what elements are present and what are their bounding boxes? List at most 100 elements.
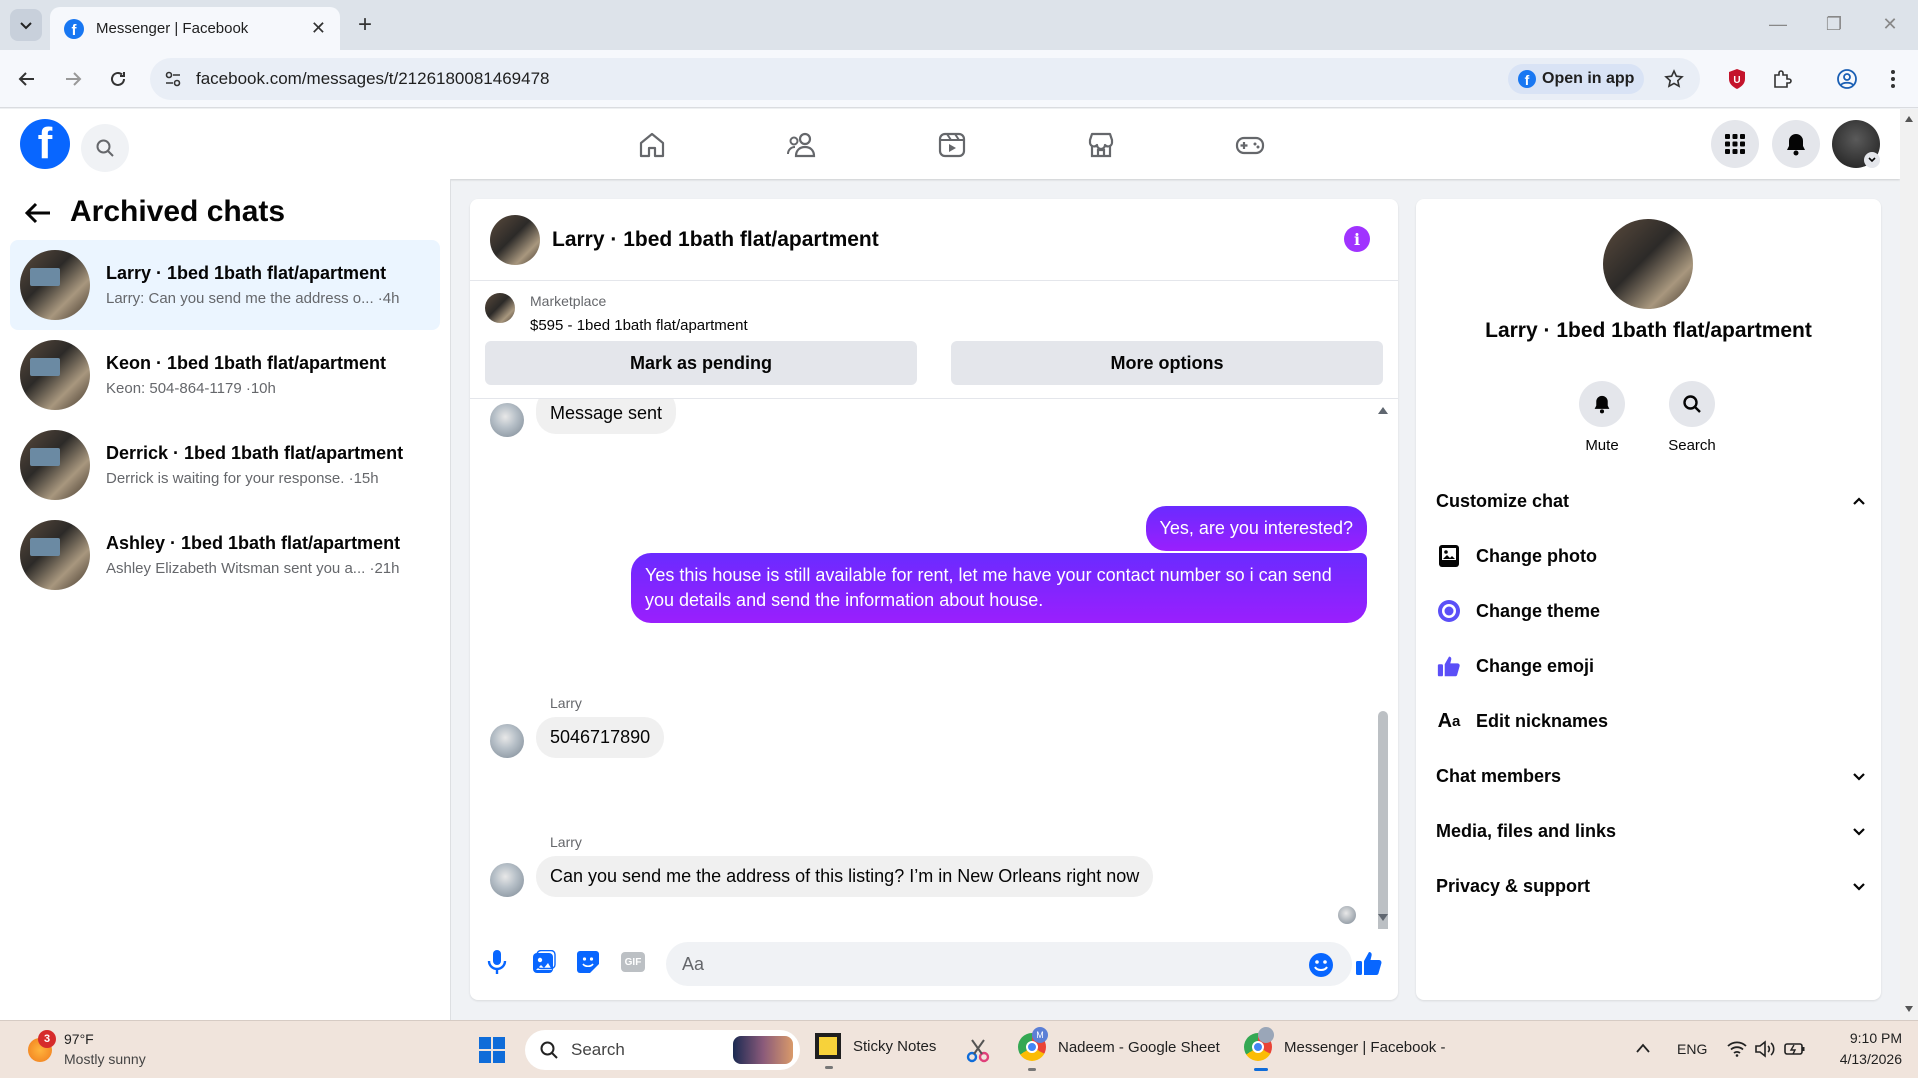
media-files-links-section[interactable]: Media, files and links bbox=[1436, 811, 1866, 851]
taskbar-app-sticky-notes[interactable]: Sticky Notes bbox=[815, 1033, 936, 1069]
more-options-button[interactable]: More options bbox=[951, 341, 1383, 385]
edit-nicknames-item[interactable]: Aa Edit nicknames bbox=[1436, 701, 1866, 741]
weather-widget[interactable]: 3 bbox=[24, 1030, 56, 1064]
running-indicator bbox=[1028, 1068, 1036, 1071]
marketplace-label: Marketplace bbox=[530, 293, 607, 309]
message-bubble[interactable]: Yes this house is still available for re… bbox=[631, 553, 1367, 623]
message-bubble[interactable]: Message sent bbox=[536, 399, 677, 434]
chat-members-label: Chat members bbox=[1436, 765, 1562, 786]
mute-label: Mute bbox=[1585, 437, 1619, 454]
mute-button[interactable]: Mute bbox=[1562, 381, 1642, 454]
bookmark-star-button[interactable] bbox=[1659, 64, 1689, 94]
scroll-up-icon[interactable] bbox=[1377, 405, 1389, 415]
snipping-tool-icon[interactable] bbox=[964, 1037, 992, 1065]
change-photo-item[interactable]: Change photo bbox=[1436, 536, 1866, 576]
chat-header[interactable]: Larry · 1bed 1bath flat/apartment bbox=[470, 199, 1398, 281]
nav-video[interactable] bbox=[932, 125, 972, 165]
message-scrollbar[interactable] bbox=[1378, 711, 1388, 929]
scroll-up-icon[interactable] bbox=[1904, 115, 1914, 123]
address-bar[interactable]: facebook.com/messages/t/2126180081469478 bbox=[150, 58, 1700, 100]
message-bubble[interactable]: Yes, are you interested? bbox=[1145, 506, 1367, 551]
profile-avatar[interactable] bbox=[1832, 120, 1880, 168]
facebook-header: f bbox=[0, 109, 1900, 179]
input-language[interactable]: ENG bbox=[1677, 1041, 1707, 1057]
scroll-down-icon[interactable] bbox=[1377, 913, 1389, 923]
mark-as-pending-button[interactable]: Mark as pending bbox=[485, 341, 917, 385]
message-bubble[interactable]: Can you send me the address of this list… bbox=[536, 856, 1154, 897]
nav-home[interactable] bbox=[632, 125, 672, 165]
site-info-icon[interactable] bbox=[164, 70, 182, 88]
browser-tab-active[interactable]: f Messenger | Facebook ✕ bbox=[50, 7, 340, 50]
search-in-chat-button[interactable]: Search bbox=[1652, 381, 1732, 454]
chat-item-larry[interactable]: Larry · 1bed 1bath flat/apartment Larry:… bbox=[10, 240, 440, 330]
marketplace-listing-bar: Marketplace $595 - 1bed 1bath flat/apart… bbox=[470, 281, 1398, 399]
ublock-extension-button[interactable]: U bbox=[1722, 64, 1752, 94]
taskbar-search[interactable]: Search bbox=[525, 1030, 800, 1070]
chat-title[interactable]: Larry · 1bed 1bath flat/apartment bbox=[552, 228, 879, 252]
restore-icon[interactable]: ❐ bbox=[1814, 10, 1854, 38]
forward-button[interactable] bbox=[58, 64, 88, 94]
listing-thumbnail[interactable] bbox=[485, 293, 515, 323]
nav-gaming[interactable] bbox=[1230, 125, 1270, 165]
search-label: Search bbox=[1668, 437, 1716, 454]
sticker-icon[interactable] bbox=[576, 950, 600, 974]
minimize-icon[interactable]: — bbox=[1758, 10, 1798, 38]
back-button[interactable] bbox=[12, 64, 42, 94]
clock-date[interactable]: 4/13/2026 bbox=[1816, 1051, 1902, 1067]
thumbs-up-icon[interactable] bbox=[1355, 949, 1383, 977]
nav-friends[interactable] bbox=[782, 125, 822, 165]
close-tab-icon[interactable]: ✕ bbox=[311, 18, 326, 39]
browser-menu-button[interactable] bbox=[1878, 64, 1908, 94]
archived-chats-title: Archived chats bbox=[70, 195, 286, 228]
info-icon[interactable]: i bbox=[1344, 226, 1370, 252]
reload-button[interactable] bbox=[103, 64, 133, 94]
avatar[interactable] bbox=[490, 214, 540, 265]
page-scrollbar[interactable] bbox=[1900, 109, 1918, 1020]
chat-item-ashley[interactable]: Ashley · 1bed 1bath flat/apartment Ashle… bbox=[10, 510, 440, 600]
photo-icon[interactable] bbox=[532, 950, 556, 974]
taskbar-search-label: Search bbox=[571, 1040, 625, 1059]
taskbar-app-google-sheets[interactable]: M Nadeem - Google Sheet bbox=[1018, 1027, 1220, 1071]
profile-button[interactable] bbox=[1832, 64, 1862, 94]
message-bubble[interactable]: 5046717890 bbox=[536, 717, 665, 758]
chevron-down-icon bbox=[1853, 883, 1865, 891]
open-in-app-label: Open in app bbox=[1542, 70, 1635, 87]
listing-title[interactable]: $595 - 1bed 1bath flat/apartment bbox=[530, 317, 748, 334]
change-theme-item[interactable]: Change theme bbox=[1436, 591, 1866, 631]
chat-item-keon[interactable]: Keon · 1bed 1bath flat/apartment Keon: 5… bbox=[10, 330, 440, 420]
back-arrow-icon[interactable] bbox=[24, 201, 52, 225]
scroll-down-icon[interactable] bbox=[1904, 1005, 1914, 1013]
chat-snippet: Derrick is waiting for your response. ·1… bbox=[106, 470, 379, 487]
battery-icon[interactable] bbox=[1784, 1041, 1806, 1057]
chevron-down-icon bbox=[1864, 152, 1880, 168]
chat-panel: Larry · 1bed 1bath flat/apartment i Mark… bbox=[470, 199, 1398, 1000]
wifi-icon[interactable] bbox=[1727, 1041, 1747, 1057]
privacy-support-section[interactable]: Privacy & support bbox=[1436, 866, 1866, 906]
message-list: Message sent Yes, are you interested? Ye… bbox=[470, 399, 1398, 929]
windows-start-icon[interactable] bbox=[478, 1036, 506, 1064]
clock-time[interactable]: 9:10 PM bbox=[1826, 1030, 1902, 1046]
gif-icon[interactable]: GIF bbox=[621, 952, 645, 972]
microphone-icon[interactable] bbox=[487, 949, 507, 975]
facebook-search-button[interactable] bbox=[81, 124, 129, 172]
avatar[interactable] bbox=[1603, 219, 1693, 309]
notifications-button[interactable] bbox=[1772, 120, 1820, 168]
chat-item-derrick[interactable]: Derrick · 1bed 1bath flat/apartment Derr… bbox=[10, 420, 440, 510]
close-window-icon[interactable]: ✕ bbox=[1870, 10, 1910, 38]
volume-icon[interactable] bbox=[1754, 1040, 1776, 1058]
extensions-button[interactable] bbox=[1767, 64, 1797, 94]
message-input[interactable]: Aa bbox=[666, 942, 1352, 986]
nav-marketplace[interactable] bbox=[1081, 125, 1121, 165]
taskbar-app-messenger[interactable]: Messenger | Facebook - bbox=[1244, 1027, 1445, 1071]
chat-name: Derrick · 1bed 1bath flat/apartment bbox=[106, 443, 404, 463]
facebook-logo[interactable]: f bbox=[20, 119, 70, 169]
emoji-icon[interactable] bbox=[1308, 952, 1334, 978]
chevron-up-icon[interactable] bbox=[1636, 1043, 1650, 1053]
menu-grid-button[interactable] bbox=[1711, 120, 1759, 168]
chat-members-section[interactable]: Chat members bbox=[1436, 756, 1866, 796]
customize-chat-section[interactable]: Customize chat bbox=[1436, 481, 1866, 521]
open-in-app-button[interactable]: f Open in app bbox=[1508, 64, 1645, 94]
change-emoji-item[interactable]: Change emoji bbox=[1436, 646, 1866, 686]
tab-search-button[interactable] bbox=[10, 9, 42, 41]
new-tab-button[interactable]: + bbox=[350, 10, 380, 40]
